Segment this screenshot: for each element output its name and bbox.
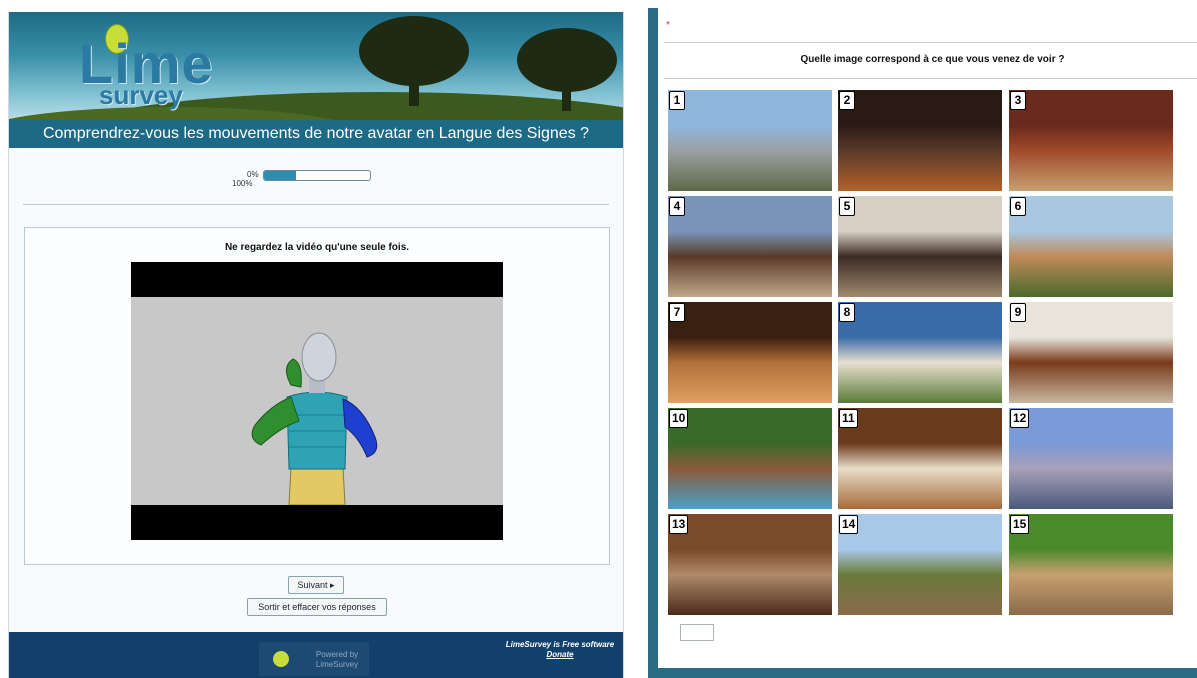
progress-bar <box>263 170 371 181</box>
image-number-label: 15 <box>1010 515 1030 534</box>
powered-by-name: LimeSurvey <box>315 660 359 669</box>
image-choice-11[interactable]: 11 <box>838 408 1002 509</box>
photo-living-room-sofa <box>838 90 1002 191</box>
image-choice-7[interactable]: 7 <box>668 302 832 403</box>
photo-city-skyline-avenue <box>668 90 832 191</box>
photo-city-street-buildings <box>668 196 832 297</box>
photo-wooden-cabin-construction <box>1009 196 1173 297</box>
image-number-label: 1 <box>669 91 685 110</box>
image-choice-4[interactable]: 4 <box>668 196 832 297</box>
image-choice-8[interactable]: 8 <box>838 302 1002 403</box>
image-number-label: 10 <box>669 409 689 428</box>
next-button[interactable]: Suivant ▸ <box>288 576 344 594</box>
required-marker: * <box>666 20 670 31</box>
video-player[interactable] <box>131 262 503 540</box>
question-text: Quelle image correspond à ce que vous ve… <box>800 54 1065 65</box>
image-number-label: 12 <box>1010 409 1030 428</box>
photo-cleared-forest-field <box>838 514 1002 615</box>
photo-wine-shelf <box>1009 90 1173 191</box>
image-number-label: 9 <box>1010 303 1026 322</box>
image-choice-13[interactable]: 13 <box>668 514 832 615</box>
powered-by-badge[interactable]: Powered by LimeSurvey <box>259 642 369 676</box>
survey-title: Comprendrez-vous les mouvements de notre… <box>9 120 623 148</box>
donate-link[interactable]: Donate <box>505 650 615 660</box>
photo-cut-logs-on-grass <box>1009 514 1173 615</box>
divider <box>23 204 609 205</box>
survey-footer: Powered by LimeSurvey LimeSurvey is Free… <box>9 632 623 678</box>
image-choice-5[interactable]: 5 <box>838 196 1002 297</box>
survey-banner: Lime survey <box>9 12 623 120</box>
image-choice-10[interactable]: 10 <box>668 408 832 509</box>
photo-house-on-small-island <box>668 408 832 509</box>
image-choice-14[interactable]: 14 <box>838 514 1002 615</box>
banner-tree-right <box>517 28 617 111</box>
image-choice-9[interactable]: 9 <box>1009 302 1173 403</box>
photo-stacked-firewood-logs <box>668 514 832 615</box>
survey-page-right: * Quelle image correspond à ce que vous … <box>648 8 1197 678</box>
photo-dining-room-chairs <box>1009 302 1173 403</box>
divider <box>664 78 1197 79</box>
image-choice-6[interactable]: 6 <box>1009 196 1173 297</box>
photo-wine-cellar-barrels <box>668 302 832 403</box>
image-choice-grid: 1 2 3 4 5 6 7 8 9 10 11 12 13 14 15 <box>668 90 1188 620</box>
survey-page-left: Lime survey Comprendrez-vous les mouveme… <box>8 12 624 678</box>
sign-language-avatar <box>251 332 378 505</box>
photo-hotel-bedroom <box>838 408 1002 509</box>
image-choice-12[interactable]: 12 <box>1009 408 1173 509</box>
question-container: Ne regardez la vidéo qu'une seule fois. <box>24 227 610 565</box>
image-choice-1[interactable]: 1 <box>668 90 832 191</box>
image-choice-2[interactable]: 2 <box>838 90 1002 191</box>
photo-wine-bottles-rack <box>838 196 1002 297</box>
powered-by-label: Powered by <box>315 650 359 659</box>
image-number-label: 5 <box>839 197 855 216</box>
footer-bar <box>658 668 1197 678</box>
free-software-label: LimeSurvey is Free software <box>505 640 615 649</box>
question-instruction: Ne regardez la vidéo qu'une seule fois. <box>224 242 410 253</box>
image-number-label: 7 <box>669 303 685 322</box>
image-number-label: 8 <box>839 303 855 322</box>
photo-mosque-with-minarets <box>1009 408 1173 509</box>
progress-end-label: 100% <box>232 179 253 188</box>
answer-input[interactable] <box>680 624 714 641</box>
image-number-label: 3 <box>1010 91 1026 110</box>
image-choice-3[interactable]: 3 <box>1009 90 1173 191</box>
exit-clear-button[interactable]: Sortir et effacer vos réponses <box>247 598 387 616</box>
image-number-label: 2 <box>839 91 855 110</box>
image-number-label: 11 <box>839 409 858 428</box>
limesurvey-logo: Lime survey <box>69 24 219 114</box>
progress-bar-fill <box>264 171 296 180</box>
photo-pyramid-tent-house <box>838 302 1002 403</box>
lime-icon <box>273 651 289 667</box>
divider <box>664 42 1197 43</box>
video-frame <box>131 297 503 505</box>
banner-tree-left <box>359 16 469 106</box>
image-number-label: 14 <box>839 515 859 534</box>
image-number-label: 6 <box>1010 197 1026 216</box>
progress-start-label: 0% <box>247 170 259 179</box>
image-choice-15[interactable]: 15 <box>1009 514 1173 615</box>
image-number-label: 13 <box>669 515 689 534</box>
progress-indicator: 0% 100% <box>9 162 623 202</box>
image-number-label: 4 <box>669 197 685 216</box>
